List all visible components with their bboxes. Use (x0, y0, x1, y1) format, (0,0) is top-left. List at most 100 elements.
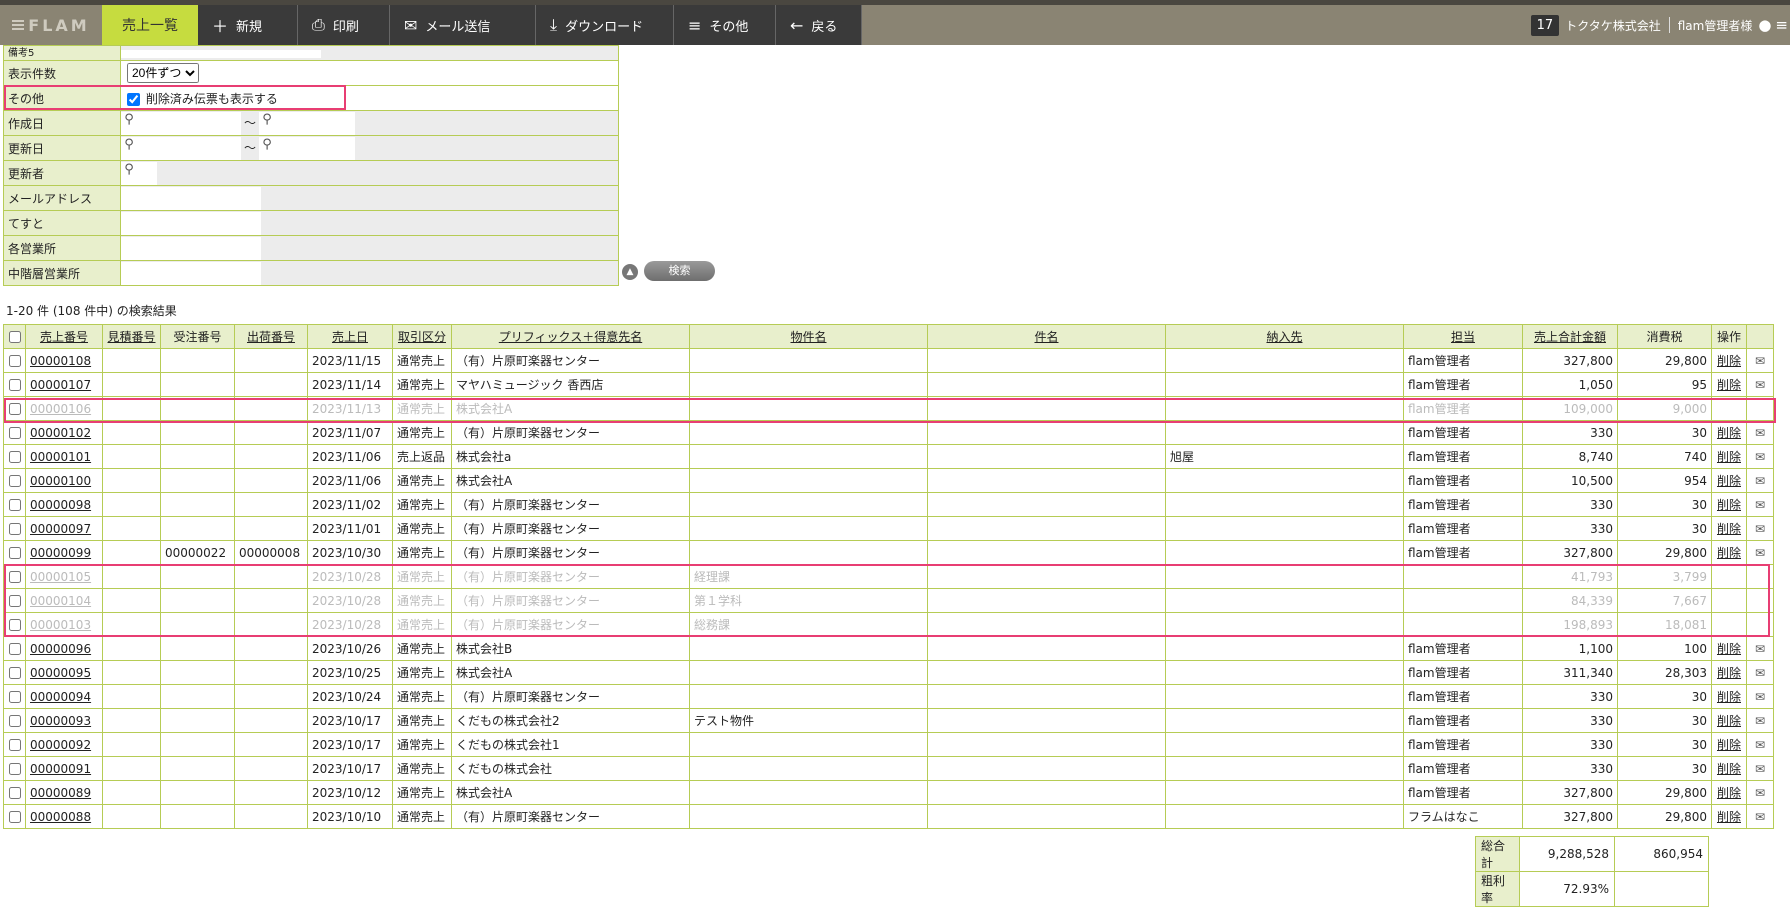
row-checkbox[interactable] (8, 355, 21, 367)
sales-number-link[interactable]: 00000102 (30, 426, 91, 440)
new-button[interactable]: ＋ 新規 (198, 5, 298, 45)
updater-input[interactable]: ⚲ (121, 161, 157, 185)
sales-number-link[interactable]: 00000098 (30, 498, 91, 512)
row-checkbox[interactable] (8, 739, 21, 751)
row-checkbox[interactable] (8, 523, 21, 535)
table-row[interactable]: 00000102 2023/11/07 通常売上 （有）片原町楽器センター flam管理… (3, 420, 1774, 445)
other-button[interactable]: ≡ その他 (674, 5, 776, 45)
mail-icon[interactable]: ✉ (1746, 780, 1774, 805)
delete-link[interactable]: 削除 (1717, 642, 1741, 656)
table-row[interactable]: 00000091 2023/10/17 通常売上 くだもの株式会社 flam管理者 330… (3, 756, 1774, 781)
mail-icon[interactable]: ✉ (1746, 420, 1774, 445)
table-row[interactable]: 00000096 2023/10/26 通常売上 株式会社B flam管理者 1,100 1… (3, 636, 1774, 661)
mid-branch-input[interactable] (121, 261, 261, 285)
delete-link[interactable]: 削除 (1717, 546, 1741, 560)
mail-icon[interactable]: ✉ (1746, 708, 1774, 733)
sales-number-link[interactable]: 00000096 (30, 642, 91, 656)
delete-link[interactable]: 削除 (1717, 714, 1741, 728)
mail-icon[interactable]: ✉ (1746, 660, 1774, 685)
search-icon[interactable]: ⚲ (259, 112, 275, 127)
delete-link[interactable]: 削除 (1717, 450, 1741, 464)
mail-icon[interactable]: ✉ (1746, 492, 1774, 517)
toggle-form-icon[interactable]: ▲ (622, 264, 638, 280)
row-checkbox[interactable] (8, 643, 21, 655)
col-staff[interactable]: 担当 (1403, 324, 1523, 349)
biko5-input[interactable] (121, 49, 321, 58)
table-row[interactable]: 00000088 2023/10/10 通常売上 （有）片原町楽器センター フラムはなこ… (3, 804, 1774, 829)
sales-number-link[interactable]: 00000099 (30, 546, 91, 560)
col-sales-date[interactable]: 売上日 (307, 324, 393, 349)
delete-link[interactable]: 削除 (1717, 354, 1741, 368)
mail-icon[interactable]: ✉ (1746, 636, 1774, 661)
print-button[interactable]: ⎙ 印刷 (298, 5, 390, 45)
sales-number-link[interactable]: 00000091 (30, 762, 91, 776)
col-estimate-no[interactable]: 見積番号 (102, 324, 161, 349)
select-all-checkbox[interactable] (8, 331, 21, 343)
delete-link[interactable]: 削除 (1717, 810, 1741, 824)
table-row[interactable]: 00000107 2023/11/14 通常売上 マヤハミュージック 香西店 flam管… (3, 372, 1774, 397)
search-icon[interactable]: ⚲ (259, 137, 275, 152)
display-count-select[interactable]: 20件ずつ (127, 63, 199, 83)
row-checkbox[interactable] (8, 763, 21, 775)
created-to-input[interactable]: ⚲ (259, 111, 355, 135)
email-input[interactable] (121, 186, 261, 210)
col-property[interactable]: 物件名 (689, 324, 928, 349)
mail-icon[interactable]: ✉ (1746, 468, 1774, 493)
mail-icon[interactable]: ✉ (1746, 540, 1774, 565)
send-mail-button[interactable]: ✉ メール送信 (390, 5, 536, 45)
col-destination[interactable]: 納入先 (1165, 324, 1404, 349)
table-row[interactable]: 00000097 2023/11/01 通常売上 （有）片原町楽器センター flam管理… (3, 516, 1774, 541)
search-icon[interactable]: ⚲ (121, 162, 137, 177)
row-checkbox[interactable] (8, 451, 21, 463)
mail-icon[interactable]: ✉ (1746, 756, 1774, 781)
user-icon[interactable]: ● (1758, 16, 1771, 34)
updated-to-input[interactable]: ⚲ (259, 136, 355, 160)
row-checkbox[interactable] (8, 499, 21, 511)
flam-logo[interactable]: FLAM (0, 5, 102, 45)
table-row[interactable]: 00000095 2023/10/25 通常売上 株式会社A flam管理者 311,34… (3, 660, 1774, 685)
hamburger-menu-icon[interactable]: ≡ (1775, 16, 1788, 34)
mail-icon[interactable]: ✉ (1746, 372, 1774, 397)
col-sales-no[interactable]: 売上番号 (25, 324, 103, 349)
row-checkbox[interactable] (8, 811, 21, 823)
row-checkbox[interactable] (8, 427, 21, 439)
row-checkbox[interactable] (8, 787, 21, 799)
updated-from-input[interactable]: ⚲ (121, 136, 241, 160)
table-row[interactable]: 00000099 00000022 00000008 2023/10/30 通常売上 （有… (3, 540, 1774, 565)
delete-link[interactable]: 削除 (1717, 690, 1741, 704)
delete-link[interactable]: 削除 (1717, 738, 1741, 752)
row-checkbox[interactable] (8, 691, 21, 703)
row-checkbox[interactable] (8, 715, 21, 727)
sales-number-link[interactable]: 00000107 (30, 378, 91, 392)
sales-number-link[interactable]: 00000093 (30, 714, 91, 728)
row-checkbox[interactable] (8, 547, 21, 559)
row-checkbox[interactable] (8, 379, 21, 391)
delete-link[interactable]: 削除 (1717, 666, 1741, 680)
delete-link[interactable]: 削除 (1717, 378, 1741, 392)
delete-link[interactable]: 削除 (1717, 426, 1741, 440)
sales-number-link[interactable]: 00000108 (30, 354, 91, 368)
col-shipping-no[interactable]: 出荷番号 (234, 324, 308, 349)
search-icon[interactable]: ⚲ (121, 137, 137, 152)
delete-link[interactable]: 削除 (1717, 762, 1741, 776)
mail-icon[interactable]: ✉ (1746, 804, 1774, 829)
tab-sales-list[interactable]: 売上一覧 (102, 5, 198, 45)
download-button[interactable]: ⤓ ダウンロード (536, 5, 674, 45)
delete-link[interactable]: 削除 (1717, 498, 1741, 512)
table-row[interactable]: 00000098 2023/11/02 通常売上 （有）片原町楽器センター flam管理… (3, 492, 1774, 517)
mail-icon[interactable]: ✉ (1746, 444, 1774, 469)
back-button[interactable]: ← 戻る (776, 5, 862, 45)
sales-number-link[interactable]: 00000092 (30, 738, 91, 752)
col-total[interactable]: 売上合計金額 (1522, 324, 1618, 349)
table-row[interactable]: 00000108 2023/11/15 通常売上 （有）片原町楽器センター flam管理… (3, 348, 1774, 373)
count-badge[interactable]: 17 (1530, 14, 1560, 36)
table-row[interactable]: 00000094 2023/10/24 通常売上 （有）片原町楽器センター flam管理… (3, 684, 1774, 709)
table-row[interactable]: 00000089 2023/10/12 通常売上 株式会社A flam管理者 327,80… (3, 780, 1774, 805)
search-button[interactable]: 検索 (644, 261, 715, 281)
col-transaction-type[interactable]: 取引区分 (392, 324, 452, 349)
table-row[interactable]: 00000100 2023/11/06 通常売上 株式会社A flam管理者 10,500… (3, 468, 1774, 493)
search-icon[interactable]: ⚲ (121, 112, 137, 127)
table-row[interactable]: 00000101 2023/11/06 売上返品 株式会社a 旭屋 flam管理者 8,74… (3, 444, 1774, 469)
sales-number-link[interactable]: 00000101 (30, 450, 91, 464)
table-row[interactable]: 00000093 2023/10/17 通常売上 くだもの株式会社2 テスト物件 flam… (3, 708, 1774, 733)
